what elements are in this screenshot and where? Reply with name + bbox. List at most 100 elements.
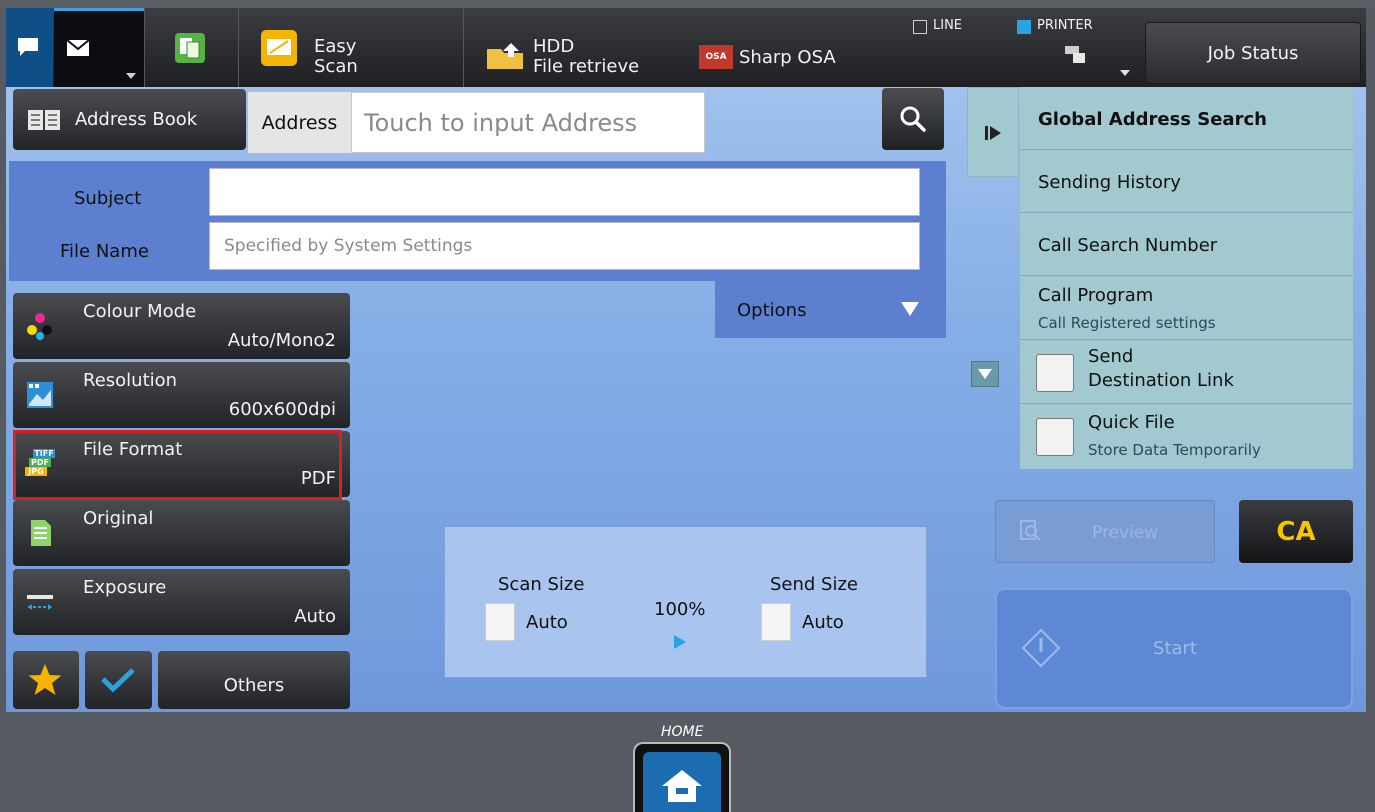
colour-mode-button[interactable]: Colour Mode Auto/Mono2	[13, 293, 350, 359]
mail-icon	[66, 39, 90, 56]
scan-size-panel: Scan Size Auto 100% Send Size Auto	[444, 526, 927, 678]
job-status-button[interactable]: Job Status	[1145, 22, 1361, 84]
easy-scan-label-2: Scan	[314, 56, 358, 77]
exposure-button[interactable]: Exposure Auto	[13, 569, 350, 635]
call-program-label: Call Program	[1038, 285, 1154, 306]
subject-filename-block: Subject File Name Specified by System Se…	[9, 161, 946, 281]
others-button[interactable]: Others	[158, 651, 350, 709]
home-icon	[662, 770, 702, 802]
play-arrow-icon	[674, 635, 686, 649]
quick-file-checkbox[interactable]	[1036, 418, 1074, 456]
chevron-down-icon	[901, 302, 919, 316]
address-placeholder: Touch to input Address	[364, 108, 638, 137]
printer-indicator-box	[1017, 20, 1031, 34]
file-name-label: File Name	[60, 241, 149, 262]
resolution-button[interactable]: Resolution 600x600dpi	[13, 362, 350, 428]
global-address-search-item[interactable]: Global Address Search	[1020, 87, 1353, 150]
address-input[interactable]: Touch to input Address	[351, 92, 705, 153]
send-size-label: Send Size	[770, 574, 859, 595]
printer-dropdown-icon[interactable]	[1120, 70, 1130, 76]
chevron-down-icon	[978, 369, 992, 379]
exposure-value: Auto	[294, 606, 336, 627]
touch-panel: Easy Scan HDD File retrieve OSA Sharp OS…	[6, 8, 1366, 712]
send-destination-link-item[interactable]: Send Destination Link	[1020, 340, 1353, 404]
address-book-button[interactable]: Address Book	[13, 89, 246, 150]
options-button[interactable]: Options	[715, 281, 946, 338]
call-search-number-label: Call Search Number	[1038, 235, 1218, 256]
sending-history-item[interactable]: Sending History	[1020, 150, 1353, 213]
sending-history-label: Sending History	[1038, 172, 1181, 193]
scan-size-value: Auto	[526, 612, 568, 633]
sharp-osa-label: Sharp OSA	[739, 47, 836, 68]
subject-label: Subject	[74, 188, 142, 209]
top-bar: Easy Scan HDD File retrieve OSA Sharp OS…	[6, 8, 1366, 87]
preview-label: Preview	[1092, 523, 1159, 543]
favorite-button[interactable]	[13, 651, 79, 709]
address-label: Address	[248, 92, 351, 153]
start-button[interactable]: Start	[995, 588, 1353, 709]
clear-all-button[interactable]: CA	[1239, 500, 1353, 563]
resolution-value: 600x600dpi	[228, 399, 336, 420]
address-label-text: Address	[261, 111, 338, 134]
printer-label: PRINTER	[1037, 18, 1093, 33]
line-indicator-box	[913, 20, 927, 34]
call-program-item[interactable]: Call Program Call Registered settings	[1020, 276, 1353, 340]
star-icon	[28, 664, 62, 695]
right-menu: Global Address Search Sending History Ca…	[1020, 87, 1353, 469]
scroll-down-button[interactable]	[971, 361, 999, 387]
global-address-search-label: Global Address Search	[1038, 109, 1267, 130]
sharp-osa-button[interactable]: OSA Sharp OSA	[693, 13, 883, 83]
collapse-menu-button[interactable]	[967, 87, 1019, 177]
colour-mode-label: Colour Mode	[83, 301, 197, 322]
easy-scan-button[interactable]: Easy Scan	[246, 13, 456, 83]
check-settings-button[interactable]	[85, 651, 152, 709]
mail-tab[interactable]	[54, 8, 144, 87]
start-label: Start	[1153, 638, 1197, 659]
colour-mode-icon	[27, 313, 52, 340]
dropdown-arrow-icon	[126, 73, 136, 79]
folder-icon	[487, 43, 523, 69]
scan-paper-icon	[485, 603, 515, 641]
line-label: LINE	[933, 18, 963, 33]
preview-button[interactable]: Preview	[995, 500, 1215, 563]
home-button[interactable]	[633, 742, 731, 812]
copy-app-button[interactable]	[151, 18, 231, 78]
ratio-value: 100%	[654, 599, 706, 620]
call-program-sublabel: Call Registered settings	[1038, 314, 1216, 332]
search-icon	[900, 106, 926, 132]
send-link-label-2: Destination Link	[1088, 370, 1234, 391]
copy-icon	[175, 33, 205, 63]
osa-icon: OSA	[699, 45, 733, 69]
subject-input[interactable]	[209, 168, 920, 216]
message-tab[interactable]	[6, 8, 53, 87]
quick-file-sublabel: Store Data Temporarily	[1088, 441, 1261, 459]
scan-size-label: Scan Size	[498, 574, 585, 595]
file-name-input[interactable]: Specified by System Settings	[209, 222, 920, 270]
original-button[interactable]: Original	[13, 500, 350, 566]
send-paper-icon	[761, 603, 791, 641]
hdd-label-2: File retrieve	[533, 56, 640, 77]
send-size-value: Auto	[802, 612, 844, 633]
collapse-arrow-icon	[985, 126, 1001, 140]
file-format-highlight	[13, 430, 342, 500]
search-button[interactable]	[882, 88, 944, 150]
original-icon	[31, 520, 51, 546]
easy-scan-label-1: Easy	[314, 36, 357, 57]
exposure-icon	[27, 595, 53, 610]
quick-file-label: Quick File	[1088, 412, 1175, 433]
call-search-number-item[interactable]: Call Search Number	[1020, 213, 1353, 276]
chat-icon	[18, 38, 38, 56]
resolution-icon	[27, 382, 53, 408]
printer-status-icon[interactable]	[1064, 44, 1086, 64]
resolution-label: Resolution	[83, 370, 178, 391]
hdd-file-retrieve-button[interactable]: HDD File retrieve	[471, 13, 691, 83]
checkmark-icon	[101, 668, 135, 693]
frame-top	[0, 0, 1375, 8]
quick-file-item[interactable]: Quick File Store Data Temporarily	[1020, 404, 1353, 469]
original-label: Original	[83, 508, 154, 529]
home-label: HOME	[661, 724, 704, 740]
send-destination-link-checkbox[interactable]	[1036, 354, 1074, 392]
file-name-placeholder: Specified by System Settings	[224, 236, 473, 256]
preview-icon	[1020, 520, 1041, 541]
address-book-icon	[28, 109, 60, 130]
